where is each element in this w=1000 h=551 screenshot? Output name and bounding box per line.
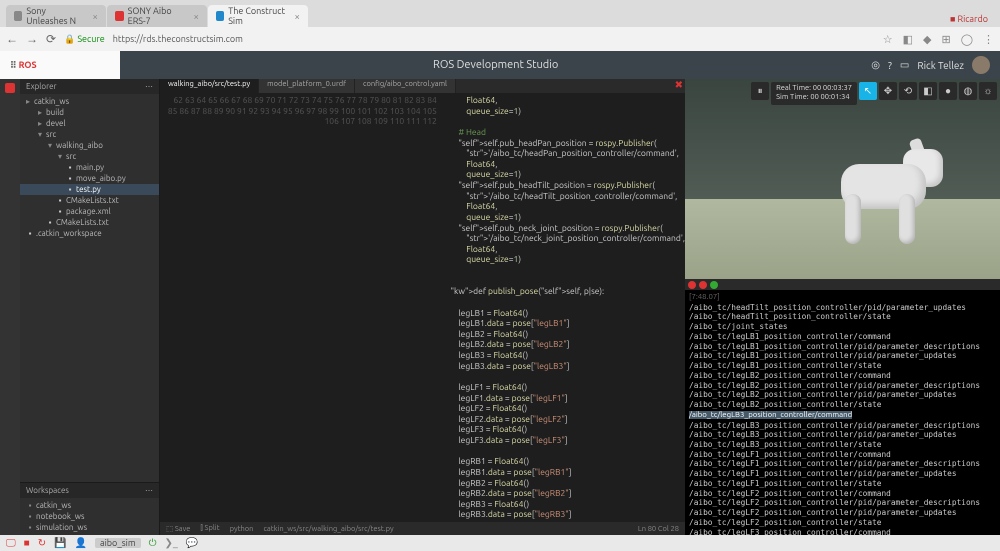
- close-icon[interactable]: ×: [294, 11, 300, 22]
- tree-root[interactable]: ▸catkin_ws: [20, 96, 159, 107]
- tree-item[interactable]: ▪.catkin_workspace: [20, 228, 159, 239]
- terminal-tab[interactable]: [710, 281, 718, 289]
- close-icon[interactable]: ✖: [675, 79, 683, 91]
- tree-item[interactable]: ▾src: [20, 151, 159, 162]
- extension-icon[interactable]: ◆: [923, 33, 931, 46]
- tree-item[interactable]: ▸devel: [20, 118, 159, 129]
- activity-icon[interactable]: [5, 83, 15, 93]
- reload-icon[interactable]: ⟳: [46, 32, 56, 46]
- move-button[interactable]: ✥: [879, 82, 897, 100]
- extension-icon[interactable]: ◧: [903, 33, 913, 46]
- tree-item[interactable]: ▾walking_aibo: [20, 140, 159, 151]
- sim-time-panel: Real Time: 00 00:03:37 Sim Time: 00 00:0…: [771, 82, 857, 105]
- code-editor[interactable]: 62 63 64 65 66 67 68 69 70 71 72 73 74 7…: [160, 93, 685, 522]
- tree-item[interactable]: ▪CMakeLists.txt: [20, 195, 159, 206]
- cylinder-button[interactable]: ◍: [959, 82, 977, 100]
- user-icon[interactable]: 👤: [75, 537, 87, 549]
- workspace-item[interactable]: ▪simulation_ws: [20, 522, 159, 533]
- tab-label: SONY Aibo ERS-7: [128, 6, 188, 26]
- save-button[interactable]: ⬚ Save: [166, 524, 190, 533]
- tree-item[interactable]: ▸build: [20, 107, 159, 118]
- editor-statusbar: ⬚ Save ⫿ Split python catkin_ws/src/walk…: [160, 522, 685, 535]
- editor-area: walking_aibo/src/test.py model_platform_…: [160, 79, 685, 535]
- ros-logo: ⠿ROS: [0, 51, 120, 79]
- secure-badge: 🔒 Secure: [64, 34, 105, 45]
- save-icon[interactable]: 💾: [54, 537, 66, 549]
- extension-icon[interactable]: ◯: [961, 33, 973, 46]
- back-icon[interactable]: ←: [6, 32, 18, 46]
- power-icon[interactable]: ⏻: [149, 537, 157, 549]
- url-text[interactable]: https://rds.theconstructsim.com: [113, 34, 243, 44]
- explorer-header[interactable]: Explorer⋯: [20, 79, 159, 94]
- terminal-tab[interactable]: [699, 281, 707, 289]
- extension-icon[interactable]: ⊞: [941, 33, 950, 46]
- tab-label: Sony Unleashes N: [26, 6, 86, 26]
- camera-icon[interactable]: ■: [24, 537, 30, 549]
- avatar[interactable]: [972, 56, 990, 74]
- os-taskbar: 🖵 ■ ↻ 💾 👤 aibo_sim ⏻ ❯_ 💬: [0, 535, 1000, 551]
- path-label: catkin_ws/src/walking_aibo/src/test.py: [263, 525, 393, 533]
- browser-tabstrip: Sony Unleashes N × SONY Aibo ERS-7 × The C…: [0, 0, 1000, 27]
- user-name: Rick Tellez: [917, 60, 964, 71]
- editor-tab-active[interactable]: walking_aibo/src/test.py: [160, 79, 259, 93]
- star-icon[interactable]: ☆: [883, 33, 893, 46]
- app-title: ROS Development Studio: [120, 59, 871, 71]
- workspaces-header[interactable]: Workspaces⋯: [20, 483, 159, 498]
- right-column: ⏸ Real Time: 00 00:03:37 Sim Time: 00 00…: [685, 79, 1000, 535]
- chat-icon[interactable]: 💬: [186, 537, 198, 549]
- terminal-tabs: [685, 279, 1000, 290]
- tree-item[interactable]: ▪CMakeLists.txt: [20, 217, 159, 228]
- line-gutter: 62 63 64 65 66 67 68 69 70 71 72 73 74 7…: [160, 93, 443, 522]
- editor-tab[interactable]: model_platform_0.urdf: [259, 79, 355, 93]
- tree-item[interactable]: ▪move_aibo.py: [20, 173, 159, 184]
- reload-icon[interactable]: ↻: [38, 537, 46, 549]
- close-icon[interactable]: ×: [92, 11, 98, 22]
- terminal-icon[interactable]: ❯_: [165, 537, 178, 549]
- pause-button[interactable]: ⏸: [751, 82, 769, 100]
- window-icon[interactable]: ▭: [900, 59, 909, 71]
- terminal-tab[interactable]: [688, 281, 696, 289]
- file-tree: ▸catkin_ws▸build▸devel▾src▾walking_aibo▾…: [20, 94, 159, 482]
- cursor-button[interactable]: ↖: [859, 82, 877, 100]
- editor-tab[interactable]: config/aibo_control.yaml: [355, 79, 456, 93]
- tree-item[interactable]: ▪main.py: [20, 162, 159, 173]
- sidebar: Explorer⋯ ▸catkin_ws▸build▸devel▾src▾wal…: [20, 79, 160, 535]
- workspace-list: ▪catkin_ws▪notebook_ws▪simulation_ws: [20, 498, 159, 535]
- light-button[interactable]: ☼: [979, 82, 997, 100]
- app-label[interactable]: aibo_sim: [95, 538, 141, 548]
- browser-profile[interactable]: ■ Ricardo: [950, 14, 994, 27]
- workspace-item[interactable]: ▪notebook_ws: [20, 511, 159, 522]
- help-icon[interactable]: ?: [888, 60, 892, 71]
- editor-tabstrip: walking_aibo/src/test.py model_platform_…: [160, 79, 685, 93]
- compass-icon[interactable]: ◎: [871, 59, 880, 71]
- browser-tab[interactable]: SONY Aibo ERS-7 ×: [107, 5, 207, 27]
- rotate-button[interactable]: ⟲: [899, 82, 917, 100]
- terminal[interactable]: [7:48.07] /aibo_tc/headTilt_position_con…: [685, 290, 1000, 535]
- code-content[interactable]: Float64, queue_size=1) # Head "self">sel…: [443, 93, 685, 522]
- desktop-icon[interactable]: 🖵: [6, 537, 16, 549]
- tree-item[interactable]: ▾src: [20, 129, 159, 140]
- close-icon[interactable]: ×: [193, 11, 199, 22]
- app-header: ⠿ROS ROS Development Studio ◎ ? ▭ Rick T…: [0, 51, 1000, 79]
- browser-tab[interactable]: Sony Unleashes N ×: [6, 5, 106, 27]
- sphere-button[interactable]: ●: [939, 82, 957, 100]
- tree-item[interactable]: ▪test.py: [20, 184, 159, 195]
- split-button[interactable]: ⫿ Split: [200, 524, 219, 533]
- tree-item[interactable]: ▪package.xml: [20, 206, 159, 217]
- cursor-pos: Ln 80 Col 28: [638, 525, 679, 533]
- browser-addressbar: ← → ⟳ 🔒 Secure https://rds.theconstructs…: [0, 27, 1000, 51]
- lang-label: python: [230, 525, 254, 533]
- simulation-viewport[interactable]: ⏸ Real Time: 00 00:03:37 Sim Time: 00 00…: [685, 79, 1000, 279]
- tab-label: The Construct Sim: [228, 6, 288, 26]
- cube-button[interactable]: ◧: [919, 82, 937, 100]
- activity-bar: [0, 79, 20, 535]
- forward-icon[interactable]: →: [26, 32, 38, 46]
- robot-model[interactable]: [811, 139, 961, 259]
- menu-icon[interactable]: ⋮: [983, 33, 994, 46]
- browser-tab-active[interactable]: The Construct Sim ×: [208, 5, 308, 27]
- workspace-item[interactable]: ▪catkin_ws: [20, 500, 159, 511]
